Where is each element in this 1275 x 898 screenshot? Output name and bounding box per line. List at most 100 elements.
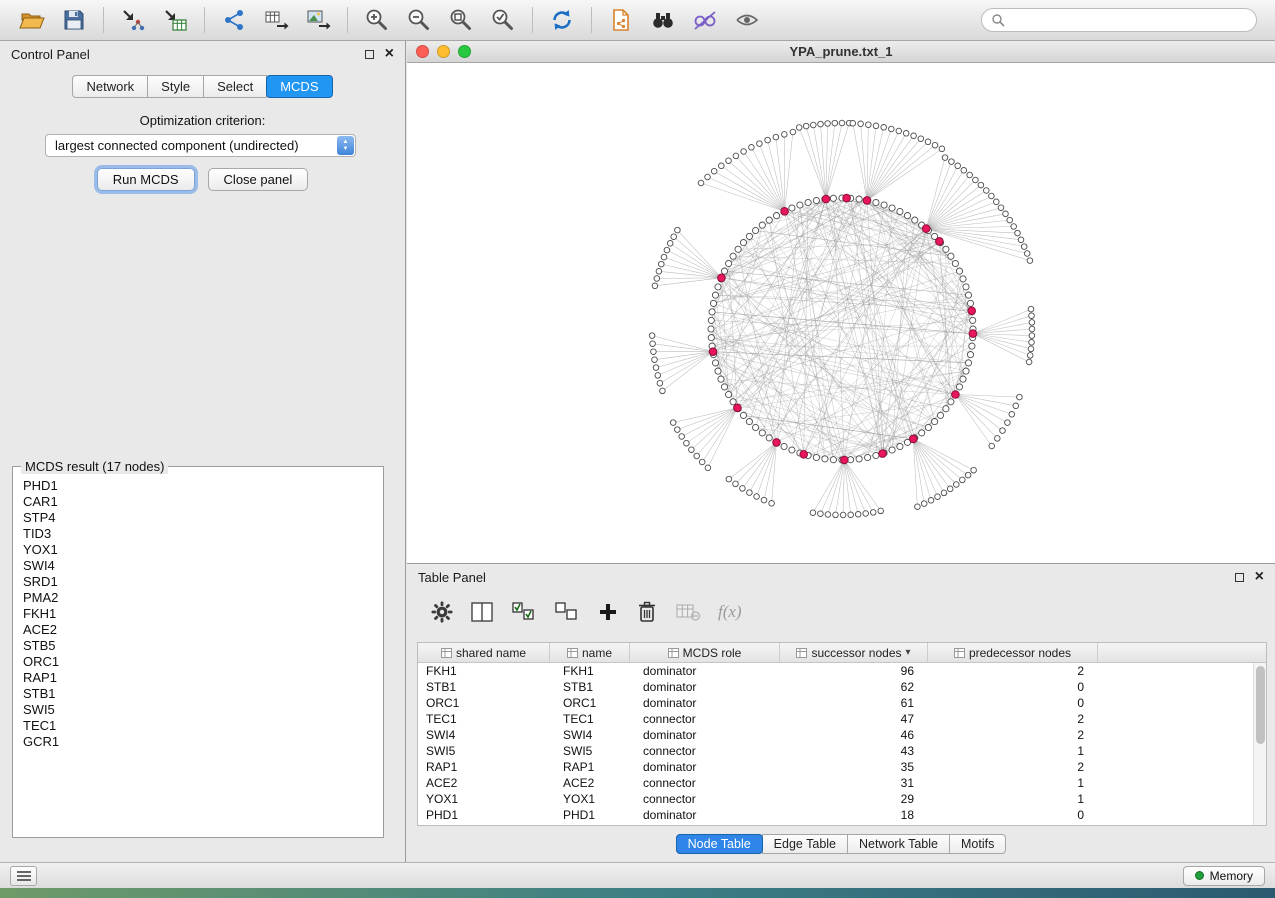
column-header-MCDS-role[interactable]: MCDS role xyxy=(630,643,780,662)
result-item[interactable]: PHD1 xyxy=(23,478,381,494)
result-item[interactable]: SWI4 xyxy=(23,558,381,574)
mcds-result-list[interactable]: PHD1CAR1STP4TID3YOX1SWI4SRD1PMA2FKH1ACE2… xyxy=(15,478,381,835)
cell-name[interactable]: PHD1 xyxy=(550,808,630,822)
import-network-button[interactable] xyxy=(113,3,153,37)
maximize-window-button[interactable] xyxy=(458,45,471,58)
find-button[interactable] xyxy=(643,3,683,37)
table-row[interactable]: PHD1PHD1dominator180 xyxy=(418,807,1266,823)
table-settings-button[interactable] xyxy=(431,601,453,623)
close-table-panel-button[interactable]: × xyxy=(1255,569,1264,585)
function-builder-button[interactable]: f(x) xyxy=(718,602,742,622)
tab-edge-table[interactable]: Edge Table xyxy=(762,834,848,854)
cell-role[interactable]: dominator xyxy=(630,728,780,742)
cell-role[interactable]: dominator xyxy=(630,808,780,822)
zoom-fit-button[interactable] xyxy=(441,3,481,37)
table-row[interactable]: YOX1YOX1connector291 xyxy=(418,791,1266,807)
cell-predecessors[interactable]: 0 xyxy=(928,696,1098,710)
result-item[interactable]: STP4 xyxy=(23,510,381,526)
cell-role[interactable]: dominator xyxy=(630,696,780,710)
deselect-all-button[interactable] xyxy=(554,601,580,623)
delete-column-button[interactable] xyxy=(636,600,658,624)
cell-role[interactable]: connector xyxy=(630,792,780,806)
tab-network[interactable]: Network xyxy=(72,75,148,98)
tab-mcds[interactable]: MCDS xyxy=(266,75,332,98)
cell-successors[interactable]: 62 xyxy=(780,680,928,694)
cell-name[interactable]: ACE2 xyxy=(550,776,630,790)
search-input[interactable] xyxy=(1010,13,1247,27)
result-item[interactable]: TEC1 xyxy=(23,718,381,734)
cell-shared_name[interactable]: ORC1 xyxy=(418,696,550,710)
result-item[interactable]: GCR1 xyxy=(23,734,381,750)
result-item[interactable]: CAR1 xyxy=(23,494,381,510)
table-row[interactable]: SWI5SWI5connector431 xyxy=(418,743,1266,759)
cell-shared_name[interactable]: TEC1 xyxy=(418,712,550,726)
cell-successors[interactable]: 31 xyxy=(780,776,928,790)
column-header-shared-name[interactable]: shared name xyxy=(418,643,550,662)
minimize-window-button[interactable] xyxy=(437,45,450,58)
export-network-button[interactable] xyxy=(214,3,254,37)
cell-name[interactable]: YOX1 xyxy=(550,792,630,806)
result-item[interactable]: TID3 xyxy=(23,526,381,542)
tab-select[interactable]: Select xyxy=(203,75,267,98)
float-table-panel-button[interactable] xyxy=(1235,573,1244,582)
memory-button[interactable]: Memory xyxy=(1183,866,1265,886)
scrollbar-thumb[interactable] xyxy=(1256,666,1265,744)
result-item[interactable]: RAP1 xyxy=(23,670,381,686)
cell-successors[interactable]: 35 xyxy=(780,760,928,774)
table-scrollbar[interactable] xyxy=(1253,663,1266,825)
cell-shared_name[interactable]: SWI5 xyxy=(418,744,550,758)
cell-successors[interactable]: 29 xyxy=(780,792,928,806)
panel-menu-button[interactable] xyxy=(10,866,37,886)
close-panel-button[interactable]: × xyxy=(385,46,394,62)
result-item[interactable]: PMA2 xyxy=(23,590,381,606)
table-row[interactable]: ACE2ACE2connector311 xyxy=(418,775,1266,791)
tab-style[interactable]: Style xyxy=(147,75,204,98)
cell-predecessors[interactable]: 0 xyxy=(928,680,1098,694)
cell-successors[interactable]: 46 xyxy=(780,728,928,742)
network-canvas[interactable] xyxy=(407,63,1275,563)
add-column-button[interactable] xyxy=(597,601,619,623)
column-header-successor-nodes[interactable]: successor nodes▾ xyxy=(780,643,928,662)
column-header-name[interactable]: name xyxy=(550,643,630,662)
cell-shared_name[interactable]: RAP1 xyxy=(418,760,550,774)
show-details-button[interactable] xyxy=(727,3,767,37)
result-item[interactable]: STB1 xyxy=(23,686,381,702)
export-image-button[interactable] xyxy=(298,3,338,37)
cell-shared_name[interactable]: SWI4 xyxy=(418,728,550,742)
cell-role[interactable]: connector xyxy=(630,776,780,790)
share-document-button[interactable] xyxy=(601,3,641,37)
table-row[interactable]: RAP1RAP1dominator352 xyxy=(418,759,1266,775)
table-row[interactable]: STB1STB1dominator620 xyxy=(418,679,1266,695)
search-box[interactable] xyxy=(981,8,1257,32)
network-window-titlebar[interactable]: YPA_prune.txt_1 xyxy=(407,41,1275,63)
toggle-graphics-button[interactable] xyxy=(685,3,725,37)
table-row[interactable]: ORC1ORC1dominator610 xyxy=(418,695,1266,711)
cell-shared_name[interactable]: STB1 xyxy=(418,680,550,694)
cell-predecessors[interactable]: 1 xyxy=(928,792,1098,806)
tab-node-table[interactable]: Node Table xyxy=(676,834,763,854)
cell-shared_name[interactable]: PHD1 xyxy=(418,808,550,822)
cell-shared_name[interactable]: FKH1 xyxy=(418,664,550,678)
cell-name[interactable]: STB1 xyxy=(550,680,630,694)
delete-table-button[interactable] xyxy=(675,601,701,623)
run-mcds-button[interactable]: Run MCDS xyxy=(97,168,195,191)
result-item[interactable]: YOX1 xyxy=(23,542,381,558)
cell-role[interactable]: dominator xyxy=(630,760,780,774)
cell-successors[interactable]: 47 xyxy=(780,712,928,726)
refresh-layout-button[interactable] xyxy=(542,3,582,37)
open-session-button[interactable] xyxy=(12,3,52,37)
cell-shared_name[interactable]: ACE2 xyxy=(418,776,550,790)
cell-successors[interactable]: 61 xyxy=(780,696,928,710)
cell-successors[interactable]: 96 xyxy=(780,664,928,678)
cell-role[interactable]: connector xyxy=(630,712,780,726)
cell-predecessors[interactable]: 0 xyxy=(928,808,1098,822)
cell-name[interactable]: SWI5 xyxy=(550,744,630,758)
result-item[interactable]: ORC1 xyxy=(23,654,381,670)
cell-successors[interactable]: 18 xyxy=(780,808,928,822)
criterion-dropdown[interactable]: largest connected component (undirected)… xyxy=(45,134,356,157)
tab-network-table[interactable]: Network Table xyxy=(847,834,950,854)
zoom-out-button[interactable] xyxy=(399,3,439,37)
cell-successors[interactable]: 43 xyxy=(780,744,928,758)
result-item[interactable]: ACE2 xyxy=(23,622,381,638)
result-item[interactable]: STB5 xyxy=(23,638,381,654)
